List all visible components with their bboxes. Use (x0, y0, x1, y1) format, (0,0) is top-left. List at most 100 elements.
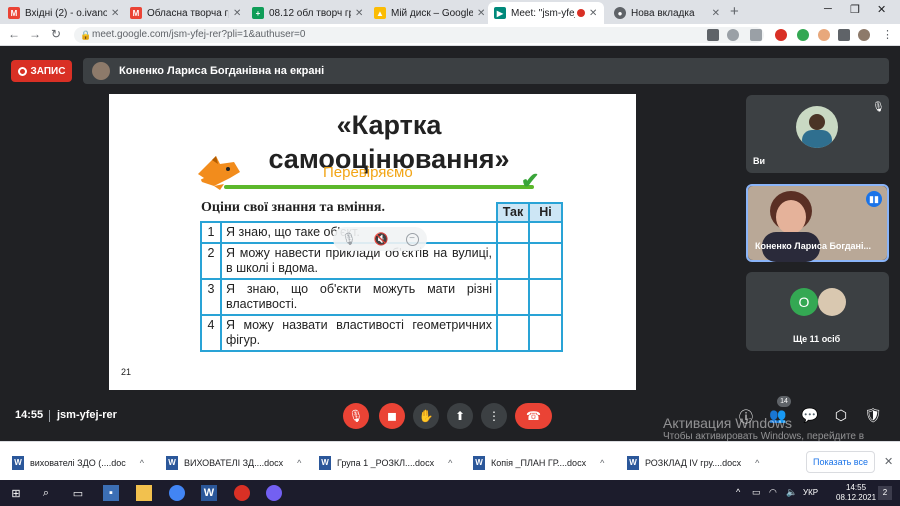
checkmark-icon: ✔ (521, 168, 540, 193)
recording-button[interactable]: ЗАПИС (11, 60, 72, 82)
recording-dot-icon (577, 9, 585, 17)
raise-hand-button[interactable]: ✋ (413, 403, 439, 429)
search-icon[interactable]: ⌕ (38, 485, 54, 501)
close-icon[interactable]: ✕ (712, 8, 720, 19)
tab-sheets[interactable]: + 08.12 обл творч груп ✕ (246, 2, 364, 24)
chevron-up-icon[interactable]: ^ (600, 458, 604, 468)
end-call-button[interactable]: ☎ (515, 403, 552, 429)
tray-chevron-icon[interactable]: ^ (736, 487, 740, 497)
more-options-button[interactable]: ⋮ (481, 403, 507, 429)
word-file-icon: W (319, 456, 331, 470)
tab-gmail-group[interactable]: M Обласна творча груп ✕ (124, 2, 242, 24)
chevron-up-icon[interactable]: ^ (297, 458, 301, 468)
mic-off-icon[interactable]: 🎙 (341, 232, 356, 246)
gmail-icon: M (8, 7, 20, 19)
file-explorer-icon[interactable] (136, 485, 152, 501)
speaking-indicator-icon: ▮▮ (866, 191, 882, 207)
speaker-off-icon[interactable]: 🔇 (374, 232, 389, 246)
browser-tab-bar: M Вхідні (2) - o.ivanochk ✕ M Обласна тв… (0, 0, 900, 24)
windows-taskbar: ⊞ ⌕ ▭ ▪ W ^ ▭ ◠ 🔈 УКР 14:55 08.12.2021 2 (0, 480, 900, 506)
tab-gmail-inbox[interactable]: M Вхідні (2) - o.ivanochk ✕ (2, 2, 120, 24)
tab-new-tab[interactable]: ● Нова вкладка ✕ (608, 2, 720, 24)
person-face (776, 200, 806, 234)
word-file-icon: W (473, 456, 485, 470)
wifi-icon[interactable]: ◠ (769, 487, 777, 498)
volume-icon[interactable]: 🔈 (786, 487, 797, 498)
forward-button[interactable]: → (27, 27, 43, 41)
save-app-icon[interactable]: ▪ (103, 485, 119, 501)
tile-others[interactable]: O Ще 11 осіб (746, 272, 889, 351)
lock-icon: 🔒 (80, 30, 92, 40)
divider (49, 410, 50, 422)
opera-icon[interactable] (234, 485, 250, 501)
language-indicator[interactable]: УКР (803, 488, 818, 497)
windows-start-icon[interactable]: ⊞ (8, 485, 24, 501)
notification-icon[interactable]: 2 (878, 486, 892, 500)
chevron-up-icon[interactable]: ^ (448, 458, 452, 468)
shield-extension-icon[interactable] (797, 29, 809, 41)
avatar (796, 106, 838, 148)
table-row: 3 Я знаю, що об'єкти можуть мати різні в… (200, 278, 563, 316)
meet-area: ЗАПИС Коненко Лариса Богданівна на екран… (0, 47, 900, 454)
present-button[interactable]: ⬆ (447, 403, 473, 429)
profile-avatar[interactable] (858, 29, 870, 41)
tab-drive[interactable]: ▲ Мій диск – Google Ди ✕ (368, 2, 486, 24)
green-underline (224, 185, 534, 189)
extension-icon[interactable] (818, 29, 830, 41)
back-button[interactable]: ← (6, 27, 22, 41)
menu-dots-icon[interactable]: ⋮ (882, 28, 893, 41)
close-icon[interactable]: ✕ (233, 8, 241, 19)
address-bar-row: ← → ↻ 🔒 meet.google.com/jsm-yfej-rer?pli… (0, 24, 900, 46)
close-icon[interactable]: ✕ (589, 8, 597, 19)
mic-off-icon: 🎙 (872, 102, 885, 113)
download-item[interactable]: W Група 1 _РОЗКЛ....docx ^ (319, 456, 452, 470)
url-input[interactable]: 🔒 meet.google.com/jsm-yfej-rer?pli=1&aut… (74, 27, 764, 43)
fox-icon (198, 156, 240, 190)
show-all-button[interactable]: Показать все (806, 451, 875, 473)
puzzle-icon[interactable] (838, 29, 850, 41)
close-icon[interactable]: ✕ (111, 8, 119, 19)
gmail-icon: M (130, 7, 142, 19)
task-view-icon[interactable]: ▭ (70, 485, 86, 501)
column-header-yes: Так (496, 202, 530, 223)
new-tab-button[interactable]: + (730, 3, 739, 20)
page-number: 21 (121, 367, 132, 377)
minimize-button[interactable]: ─ (824, 3, 832, 15)
camera-toggle-button[interactable]: ◼ (379, 403, 405, 429)
download-item[interactable]: W Копія _ПЛАН ГР....docx ^ (473, 456, 604, 470)
download-item[interactable]: W ВИХОВАТЕЛІ ЗД....docx ^ (166, 456, 301, 470)
network-icon[interactable]: ▭ (752, 487, 761, 498)
close-icon[interactable]: ✕ (884, 455, 893, 468)
chrome-icon: ● (614, 7, 626, 19)
word-file-icon: W (166, 456, 178, 470)
tile-self[interactable]: 🎙 Ви (746, 95, 889, 173)
viber-icon[interactable] (266, 485, 282, 501)
chevron-up-icon[interactable]: ^ (755, 458, 759, 468)
opera-extension-icon[interactable] (775, 29, 787, 41)
record-icon (17, 66, 27, 76)
window-close-button[interactable]: ✕ (877, 3, 886, 16)
word-file-icon: W (627, 456, 639, 470)
reload-button[interactable]: ↻ (48, 27, 64, 41)
mic-toggle-button[interactable]: 🎙 (343, 403, 369, 429)
meet-icon: ▶ (494, 7, 506, 19)
self-assessment-table: Так Ні 1 Я знаю, що таке об'єкт. 2 Я мож… (200, 202, 563, 352)
download-item[interactable]: W вихователі ЗДО (....doc ^ (12, 456, 144, 470)
download-item[interactable]: W РОЗКЛАД IV гру....docx ^ (627, 456, 759, 470)
downloads-bar: W вихователі ЗДО (....doc ^ W ВИХОВАТЕЛІ… (0, 441, 900, 480)
camera-indicator-icon[interactable] (707, 29, 719, 41)
chrome-icon[interactable] (169, 485, 185, 501)
restore-button[interactable]: ❐ (850, 3, 860, 16)
shared-slide: «Картка самооцінювання» Перевіряємо ✔ Оц… (109, 94, 636, 390)
avatar: O (790, 288, 818, 316)
word-app-icon[interactable]: W (201, 485, 217, 501)
chevron-up-icon[interactable]: ^ (140, 458, 144, 468)
close-icon[interactable]: ✕ (477, 8, 485, 19)
bookmark-star-icon[interactable] (750, 29, 762, 41)
clock[interactable]: 14:55 08.12.2021 (836, 483, 876, 503)
remove-icon[interactable]: − (405, 232, 419, 246)
close-icon[interactable]: ✕ (355, 8, 363, 19)
tile-presenter[interactable]: ▮▮ Коненко Лариса Богдані... (746, 184, 889, 262)
tab-meet[interactable]: ▶ Meet: "jsm-yfej-re ✕ (488, 2, 604, 24)
share-icon[interactable] (727, 29, 739, 41)
